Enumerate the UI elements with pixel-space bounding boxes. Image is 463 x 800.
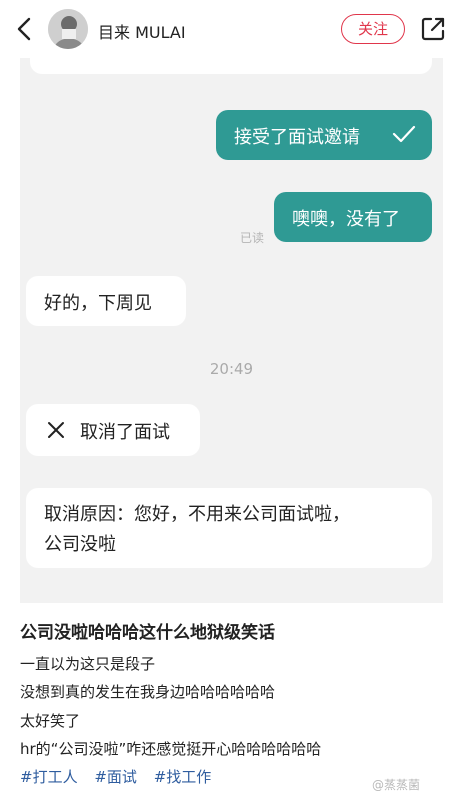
share-icon[interactable] bbox=[420, 16, 446, 42]
message-cancel-reason: 取消原因：您好，不用来公司面试啦， 公司没啦 bbox=[26, 488, 432, 568]
user-avatar-icon bbox=[48, 9, 88, 49]
timestamp: 20:49 bbox=[209, 360, 254, 378]
message-text: 噢噢，没有了 bbox=[292, 209, 400, 230]
post-title: 公司没啦哈哈哈这什么地狱级笑话 bbox=[20, 623, 275, 643]
username[interactable]: 目来 MULAI bbox=[98, 19, 186, 43]
post-body-line: 太好笑了 bbox=[20, 712, 81, 730]
reason-line: 取消原因：您好，不用来公司面试啦， bbox=[44, 504, 350, 525]
hashtag-link[interactable]: #打工人 bbox=[20, 768, 78, 786]
top-bar: 目来 MULAI 关注 bbox=[0, 0, 463, 58]
hashtag-link[interactable]: #面试 bbox=[94, 768, 137, 786]
avatar[interactable] bbox=[48, 9, 88, 49]
reason-line: 公司没啦 bbox=[44, 534, 116, 555]
message-accepted-interview: 接受了面试邀请 bbox=[216, 110, 432, 160]
post-body-line: 没想到真的发生在我身边哈哈哈哈哈哈 bbox=[20, 683, 276, 701]
message-cancelled-interview: 取消了面试 bbox=[26, 404, 200, 456]
previous-message-card bbox=[30, 58, 432, 74]
message-text: 好的，下周见 bbox=[44, 293, 152, 314]
hashtag-link[interactable]: #找工作 bbox=[154, 768, 212, 786]
post-body-line: hr的“公司没啦”咋还感觉挺开心哈哈哈哈哈哈 bbox=[20, 740, 322, 758]
message-see-you: 好的，下周见 bbox=[26, 276, 186, 326]
close-icon bbox=[48, 422, 64, 438]
read-status: 已读 bbox=[240, 231, 265, 245]
chat-screenshot: 接受了面试邀请 已读 噢噢，没有了 好的，下周见 20:49 取消了面试 取消原… bbox=[20, 58, 443, 603]
message-text: 取消了面试 bbox=[80, 422, 170, 443]
message-text: 接受了面试邀请 bbox=[234, 127, 360, 148]
chevron-left-icon[interactable] bbox=[14, 16, 36, 42]
post-body-line: 一直以为这只是段子 bbox=[20, 655, 156, 673]
tag-list: #打工人 #面试 #找工作 bbox=[20, 766, 223, 787]
message-no-more: 噢噢，没有了 bbox=[274, 192, 432, 242]
follow-button[interactable]: 关注 bbox=[341, 14, 405, 44]
watermark: @蒸蒸菌 bbox=[372, 778, 421, 792]
check-icon bbox=[392, 125, 416, 143]
